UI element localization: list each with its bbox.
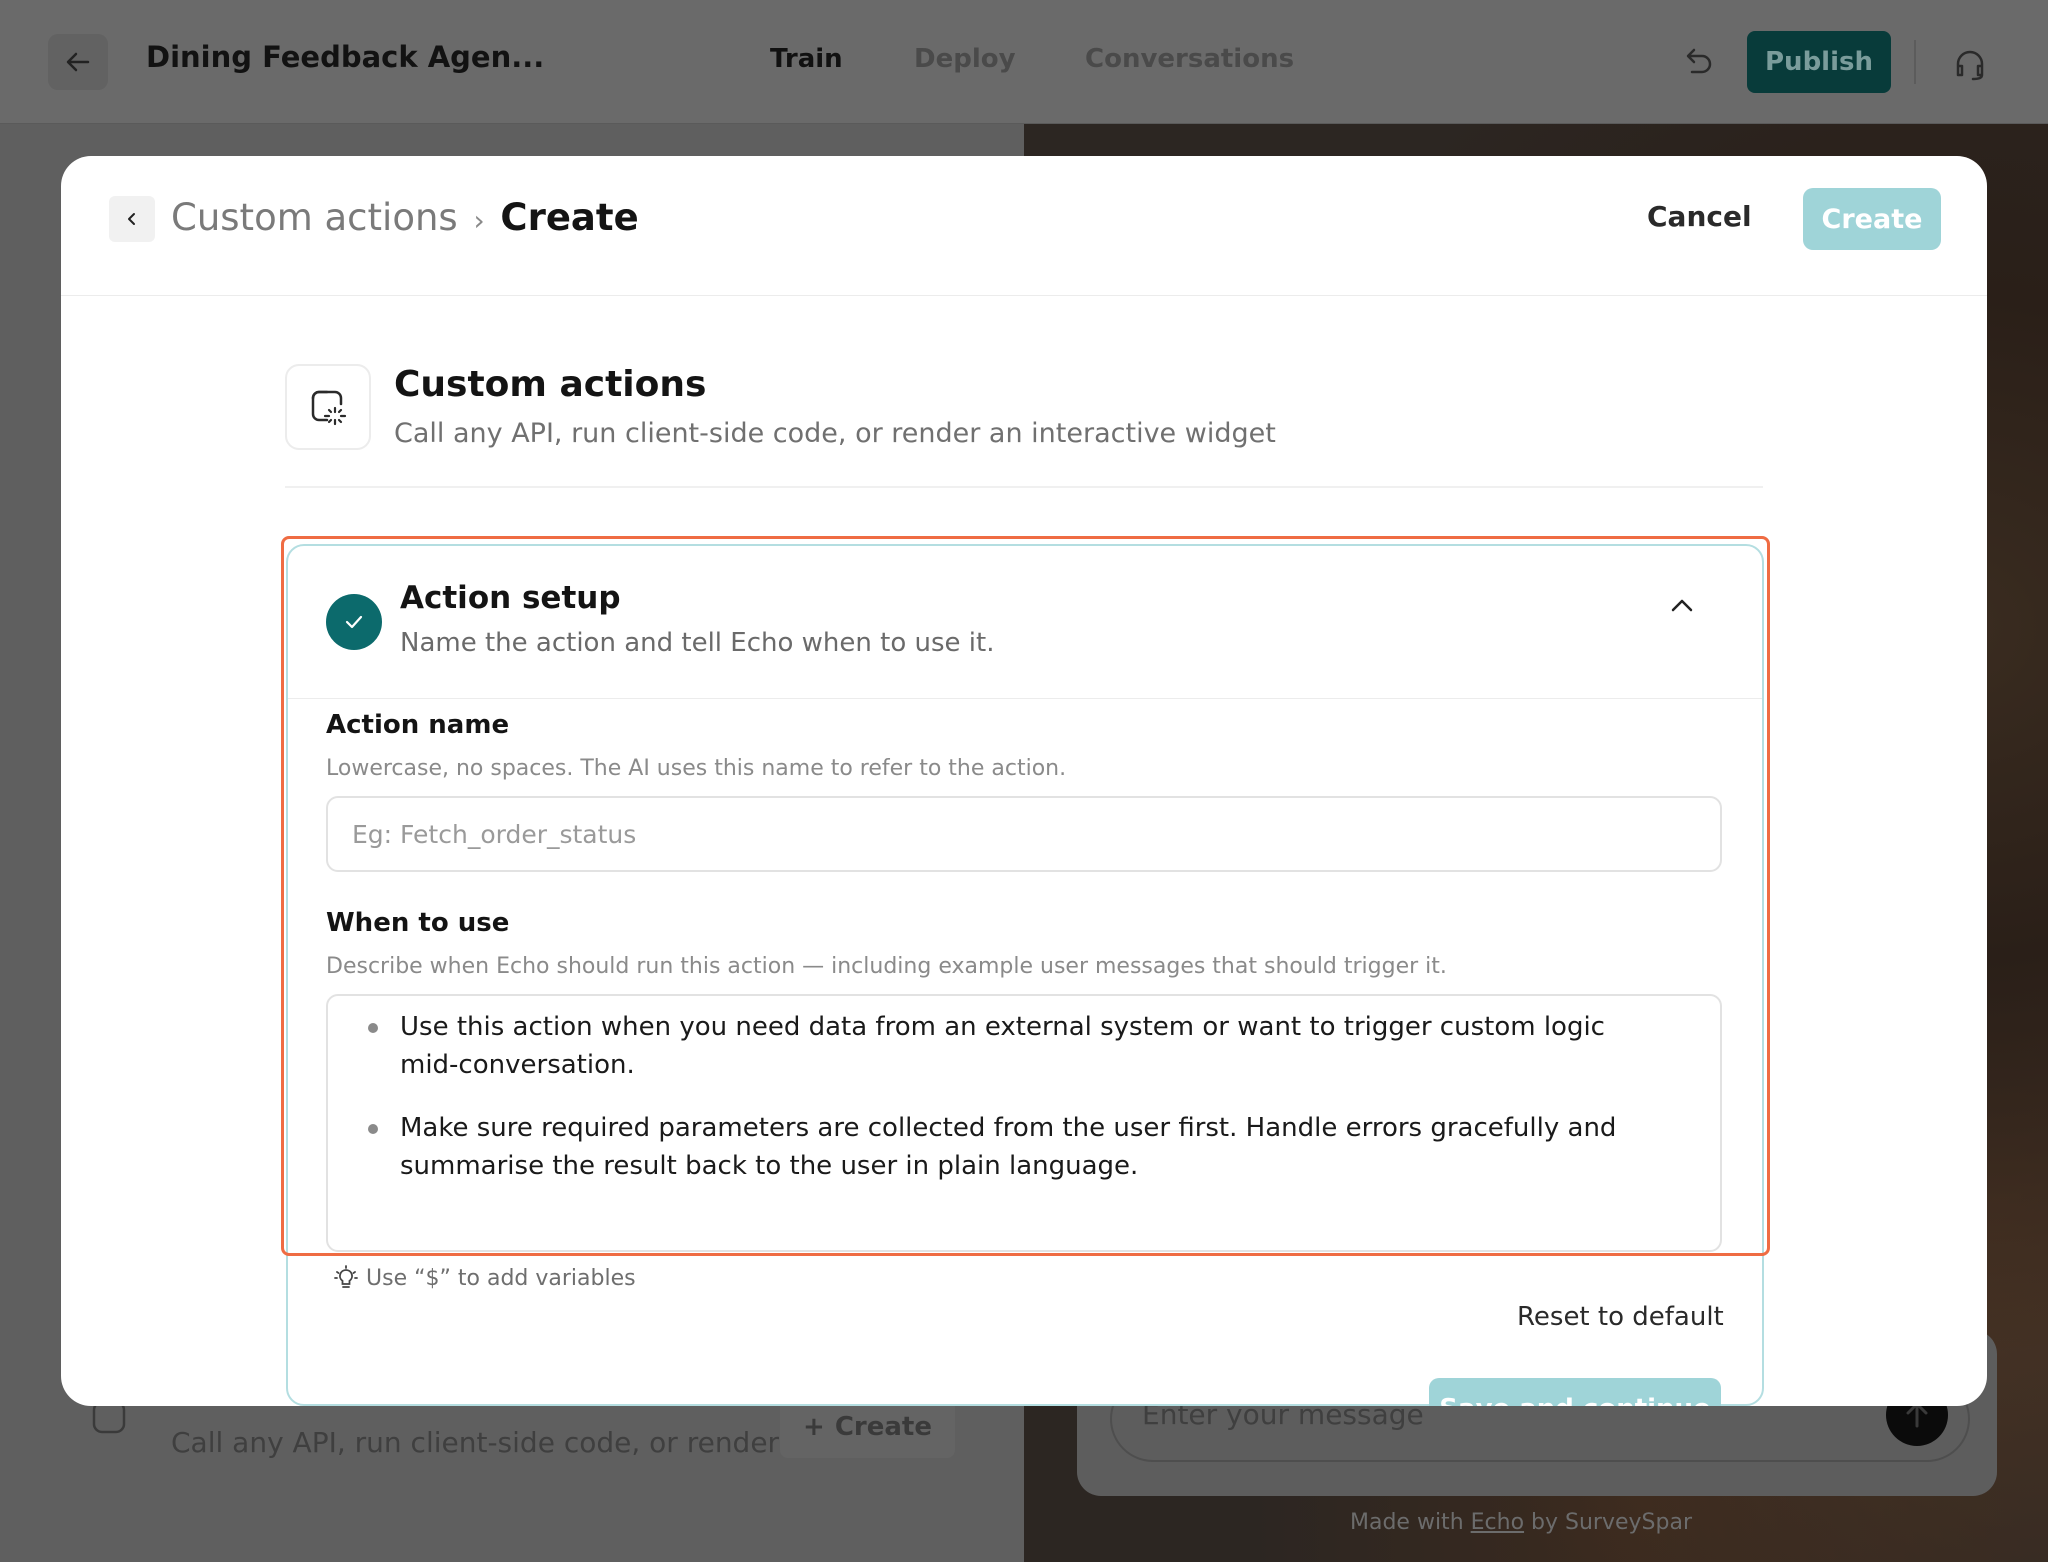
modal-header: Custom actions › Create Cancel Create	[61, 156, 1987, 296]
section-divider	[285, 486, 1763, 488]
made-with-footer: Made with Echo by SurveySpar	[1350, 1510, 1692, 1535]
panel-divider	[288, 698, 1762, 699]
background-card-subtitle: Call any API, run client-side code, or r…	[171, 1426, 832, 1459]
headset-icon[interactable]	[1950, 44, 1990, 84]
create-button[interactable]: Create	[1803, 188, 1941, 250]
back-button[interactable]	[48, 34, 108, 90]
collapse-button[interactable]	[1664, 588, 1700, 624]
made-with-suffix: by SurveySpar	[1531, 1510, 1693, 1535]
chevron-up-icon	[1671, 599, 1693, 612]
step-complete-badge	[326, 594, 382, 650]
check-icon	[345, 615, 363, 629]
panel-subtitle: Name the action and tell Echo when to us…	[400, 628, 995, 658]
instruction-bullet: Make sure required parameters are collec…	[360, 1109, 1660, 1185]
custom-action-icon	[311, 390, 347, 426]
echo-link[interactable]: Echo	[1471, 1510, 1524, 1535]
tab-train[interactable]: Train	[770, 44, 843, 74]
action-name-input[interactable]	[326, 796, 1722, 872]
panel-title: Action setup	[400, 580, 621, 616]
top-bar: Dining Feedback Agen... Train Deploy Con…	[0, 0, 2048, 124]
action-name-label: Action name	[326, 710, 510, 740]
lightbulb-icon	[334, 1265, 358, 1288]
breadcrumb-separator: ›	[473, 204, 485, 237]
toolbar-divider	[1914, 40, 1916, 84]
save-button-clip: Save and continue	[1429, 1378, 1721, 1406]
custom-actions-icon-box	[285, 364, 371, 450]
variables-hint: Use “$” to add variables	[332, 1264, 636, 1292]
cancel-button[interactable]: Cancel	[1647, 200, 1752, 233]
agent-title: Dining Feedback Agen...	[146, 40, 545, 74]
breadcrumb-parent[interactable]: Custom actions	[171, 196, 458, 239]
breadcrumb: Custom actions › Create	[171, 196, 639, 239]
when-to-use-help: Describe when Echo should run this actio…	[326, 954, 1447, 979]
tab-deploy[interactable]: Deploy	[914, 44, 1016, 74]
section-title: Custom actions	[394, 364, 707, 405]
instruction-bullet: Use this action when you need data from …	[360, 1008, 1660, 1084]
tab-conversations[interactable]: Conversations	[1085, 44, 1294, 74]
made-with-prefix: Made with	[1350, 1510, 1464, 1535]
background-create-label: Create	[834, 1412, 932, 1442]
plus-icon: +	[803, 1412, 825, 1442]
breadcrumb-back-button[interactable]	[109, 196, 155, 242]
save-and-continue-button[interactable]: Save and continue	[1429, 1378, 1721, 1406]
when-to-use-editor[interactable]: Use this action when you need data from …	[326, 994, 1722, 1252]
chevron-left-icon	[128, 213, 135, 225]
action-name-help: Lowercase, no spaces. The AI uses this n…	[326, 756, 1067, 781]
variables-hint-text: Use “$” to add variables	[366, 1265, 636, 1291]
publish-button[interactable]: Publish	[1747, 31, 1891, 93]
arrow-left-icon	[66, 52, 90, 72]
undo-icon[interactable]	[1680, 44, 1716, 80]
when-to-use-label: When to use	[326, 908, 510, 938]
section-subtitle: Call any API, run client-side code, or r…	[394, 418, 1276, 449]
breadcrumb-current: Create	[500, 196, 639, 239]
reset-to-default-button[interactable]: Reset to default	[1517, 1302, 1724, 1332]
